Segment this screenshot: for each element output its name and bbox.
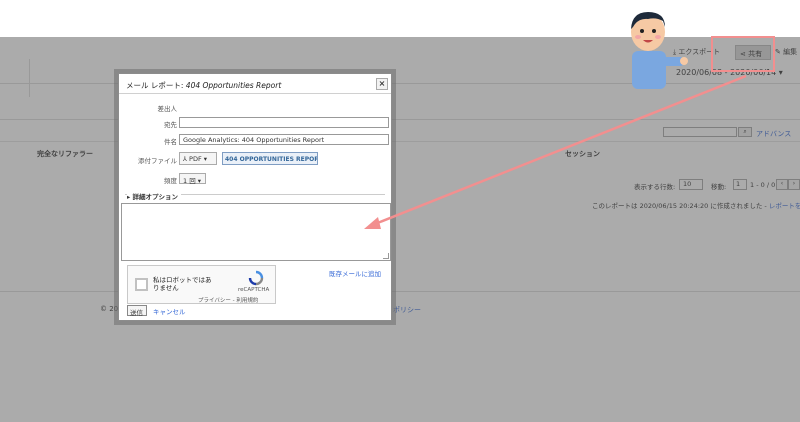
recaptcha-checkbox[interactable]	[135, 278, 148, 291]
sender-label: 差出人	[157, 105, 178, 113]
add-to-existing-link[interactable]: 既存メールに追加	[329, 268, 381, 278]
recaptcha-widget: 私はロボットではありません reCAPTCHA プライバシー - 利用規約	[127, 265, 276, 304]
dialog-title: メール レポート: 404 Opportunities Report	[119, 74, 391, 94]
to-label: 宛先	[164, 121, 177, 129]
format-select[interactable]: ⅄ PDF ▾	[179, 152, 217, 165]
subject-field[interactable]: Google Analytics: 404 Opportunities Repo…	[179, 134, 389, 145]
frequency-select[interactable]: 1 回 ▾	[179, 173, 206, 185]
dropdown-icon: ▾	[203, 155, 208, 163]
to-field[interactable]	[179, 117, 389, 128]
attachment-button[interactable]: 404 OPPORTUNITIES REPORT	[222, 152, 318, 165]
subject-label: 件名	[164, 138, 177, 146]
dropdown-icon: ▾	[197, 177, 202, 185]
annotation-highlight-box	[711, 36, 775, 72]
close-icon[interactable]: ×	[376, 78, 388, 90]
pointing-person-illustration	[631, 12, 688, 89]
recaptcha-privacy-links[interactable]: プライバシー - 利用規約	[198, 296, 258, 304]
recaptcha-logo-icon	[248, 270, 264, 286]
advanced-options-toggle[interactable]: ▸ 詳細オプション	[127, 191, 182, 201]
recaptcha-text: 私はロボットではありません	[153, 276, 212, 292]
attachment-label: 添付ファイル	[138, 157, 177, 165]
email-report-dialog: メール レポート: 404 Opportunities Report × 差出人…	[118, 73, 392, 321]
message-textarea[interactable]	[121, 203, 391, 261]
send-button[interactable]: 送信	[127, 305, 147, 317]
cancel-button[interactable]: キャンセル	[153, 306, 186, 316]
frequency-label: 頻度	[164, 177, 177, 185]
resize-handle-icon[interactable]	[383, 253, 389, 259]
recaptcha-brand: reCAPTCHA	[238, 287, 270, 293]
